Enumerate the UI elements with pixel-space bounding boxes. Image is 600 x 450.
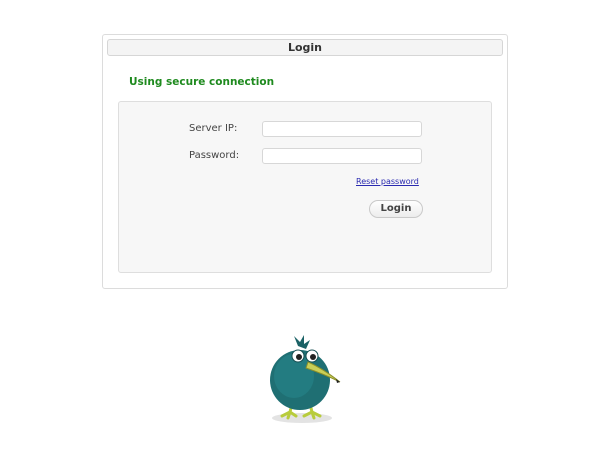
server-ip-label: Server IP:: [189, 123, 238, 134]
kiwi-bird-mascot-icon: [270, 335, 341, 423]
login-button[interactable]: Login: [369, 200, 423, 218]
login-form: Server IP: Password: Reset password Logi…: [118, 101, 492, 273]
secure-connection-status: Using secure connection: [129, 76, 275, 88]
password-label: Password:: [189, 150, 240, 161]
reset-password-link[interactable]: Reset password: [356, 177, 419, 186]
password-input[interactable]: [262, 148, 422, 164]
login-panel: Login Using secure connection Server IP:…: [102, 34, 508, 289]
server-ip-input[interactable]: [262, 121, 422, 137]
login-panel-header: Login: [107, 39, 503, 56]
